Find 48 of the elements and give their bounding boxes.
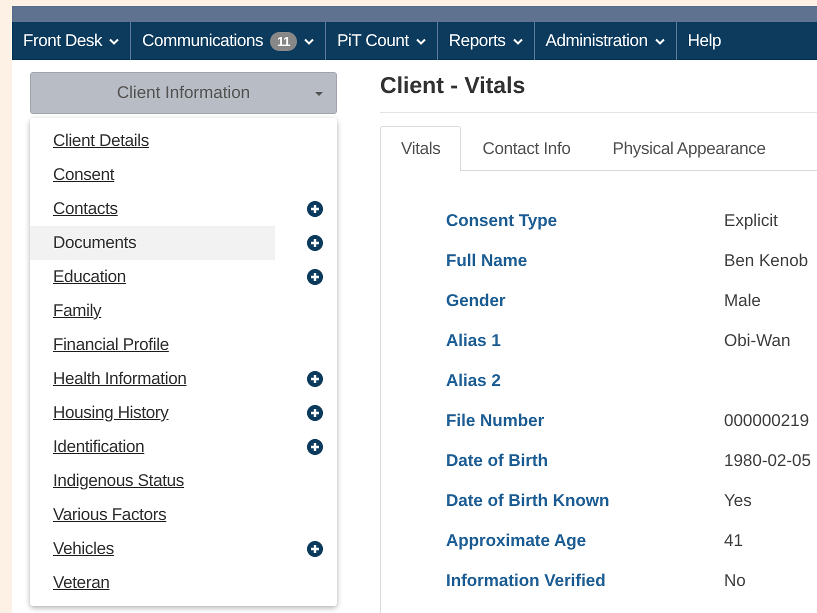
menu-item[interactable]: Housing History <box>30 396 275 430</box>
menu-item[interactable]: Consent <box>30 158 275 192</box>
nav-menu[interactable]: Help <box>676 22 732 60</box>
field-value: 000000219 <box>724 411 810 431</box>
field-label: Approximate Age <box>445 531 588 551</box>
field-label: Date of Birth Known <box>445 491 610 511</box>
page-title: Client - Vitals <box>380 71 526 100</box>
field-value: Explicit <box>724 211 778 231</box>
menu-item[interactable]: Health Information <box>30 362 275 396</box>
tab[interactable]: Physical Appearance <box>592 126 787 171</box>
menu-item[interactable]: Indigenous Status <box>30 464 275 498</box>
add-icon[interactable] <box>307 405 323 421</box>
menu-item[interactable]: Family <box>30 294 275 328</box>
field-value: 1980-02-05 <box>724 451 811 471</box>
field-value: No <box>724 571 746 591</box>
menu-item[interactable]: Documents <box>30 226 275 260</box>
field-label: Full Name <box>445 251 528 271</box>
add-icon[interactable] <box>307 235 323 251</box>
menu-item[interactable]: Client Details <box>30 124 275 158</box>
field-label: Alias 1 <box>445 331 502 351</box>
tab[interactable]: Contact Info <box>461 126 592 171</box>
menu-item[interactable]: Vehicles <box>30 532 275 566</box>
menu-item[interactable]: Veteran <box>30 566 275 600</box>
menu-item[interactable]: Education <box>30 260 275 294</box>
menu-item[interactable]: Identification <box>30 430 275 464</box>
field-value: Male <box>724 291 761 311</box>
menu-item[interactable]: Financial Profile <box>30 328 275 362</box>
add-icon[interactable] <box>307 269 323 285</box>
menu-item[interactable]: Contacts <box>30 192 275 226</box>
section-dropdown[interactable]: Client Information <box>30 72 337 114</box>
field-value: Obi-Wan <box>724 331 790 351</box>
tab[interactable]: Vitals <box>380 126 462 171</box>
field-label: Consent Type <box>445 211 558 231</box>
caret-icon <box>315 92 323 96</box>
field-value: Ben Kenob <box>724 251 808 271</box>
field-label: Information Verified <box>445 571 607 591</box>
field-label: File Number <box>445 411 546 431</box>
field-label: Gender <box>445 291 507 311</box>
field-value: Yes <box>724 491 752 511</box>
add-icon[interactable] <box>307 541 323 557</box>
add-icon[interactable] <box>307 371 323 387</box>
field-value: 41 <box>724 531 743 551</box>
field-label: Alias 2 <box>445 371 502 391</box>
menu-item[interactable]: Various Factors <box>30 498 275 532</box>
add-icon[interactable] <box>307 439 323 455</box>
add-icon[interactable] <box>307 201 323 217</box>
count-badge: 11 <box>270 32 298 50</box>
field-label: Date of Birth <box>445 451 549 471</box>
